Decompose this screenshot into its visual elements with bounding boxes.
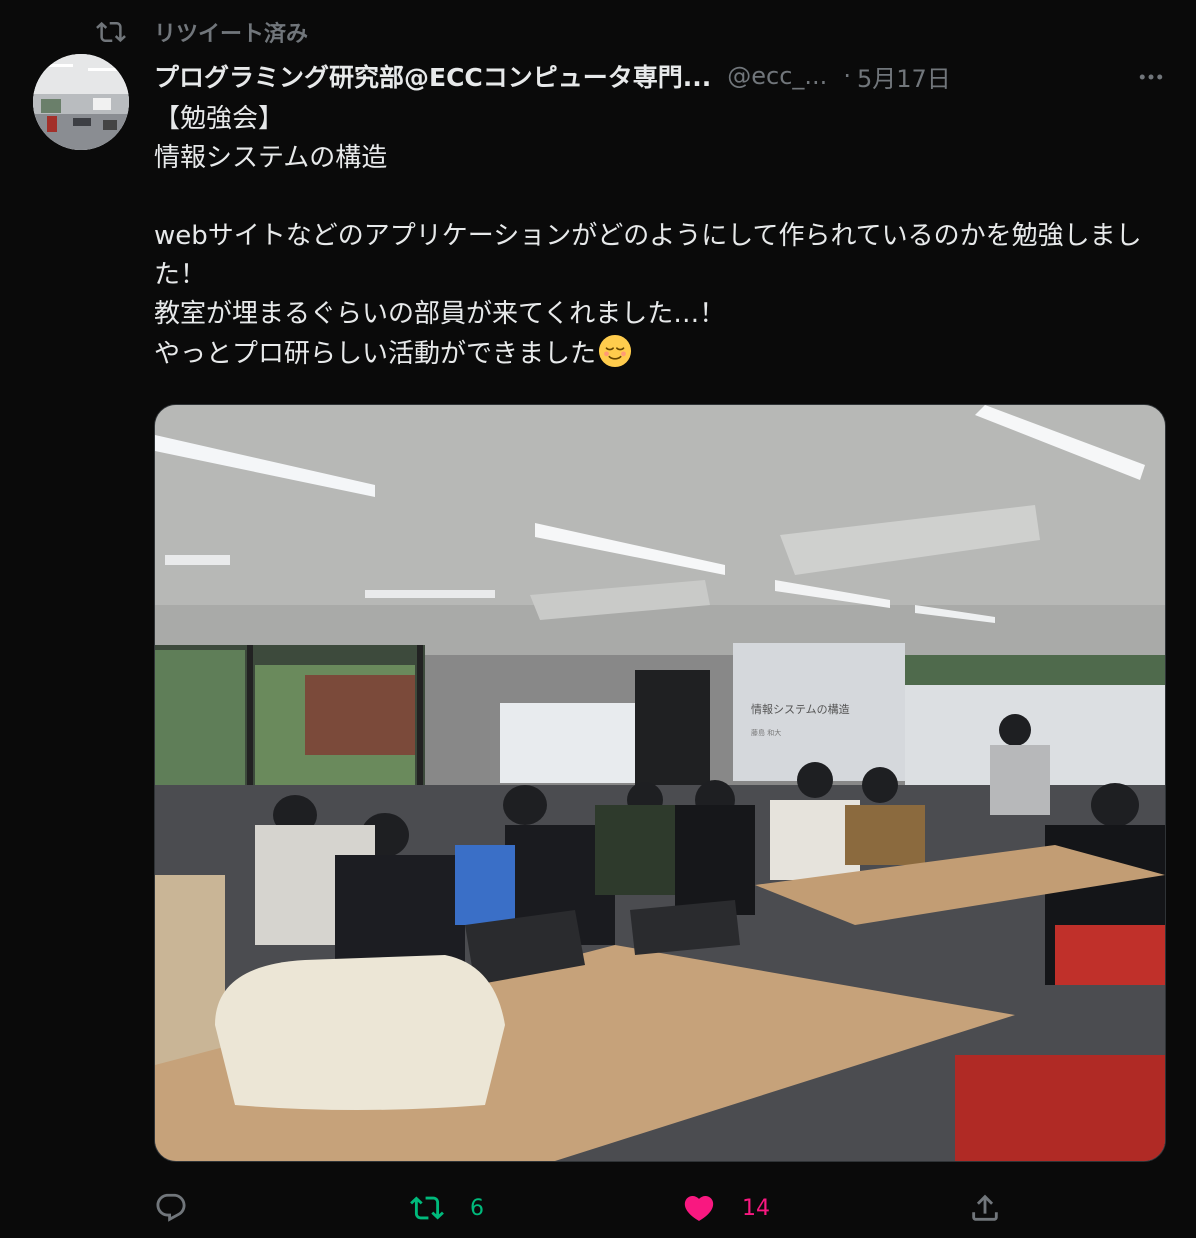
- heart-icon: [684, 1195, 714, 1221]
- author-handle[interactable]: @ecc_...: [727, 62, 827, 90]
- tweet-line-5-text: やっとプロ研らしい活動ができました: [154, 339, 597, 369]
- retweet-icon: [410, 1196, 444, 1220]
- tweet-line-5: やっとプロ研らしい活動ができました: [154, 334, 1174, 374]
- separator-dot: ·: [843, 62, 851, 90]
- classroom-avatar-image: [33, 54, 129, 150]
- like-count: 14: [742, 1195, 770, 1221]
- tweet-line-3: webサイトなどのアプリケーションがどのようにして作られているのかを勉強しました…: [154, 221, 1142, 290]
- tweet-card[interactable]: リツイート済み プログラミング研究部@ECCコンピュータ専門... @ecc_.…: [0, 0, 1196, 1238]
- tweet-header: プログラミング研究部@ECCコンピュータ専門... @ecc_... · 5月1…: [154, 56, 1166, 96]
- slide-subtitle: 藤島 和大: [751, 728, 781, 737]
- tweet-line-1: 【勉強会】: [154, 104, 285, 134]
- retweet-label: リツイート済み: [154, 22, 309, 47]
- tweet-actions: 6 14: [154, 1186, 1164, 1230]
- classroom-photo: 情報システムの構造 藤島 和大: [155, 405, 1165, 1161]
- relieved-face-emoji: [598, 334, 632, 368]
- tweet-photo[interactable]: 情報システムの構造 藤島 和大: [154, 404, 1166, 1162]
- retweet-count: 6: [470, 1195, 484, 1221]
- share-icon: [972, 1194, 998, 1221]
- tweet-text: 【勉強会】 情報システムの構造 webサイトなどのアプリケーションがどのようにし…: [154, 100, 1174, 374]
- avatar[interactable]: [33, 54, 129, 150]
- retweet-icon: [96, 21, 126, 43]
- reply-button[interactable]: [154, 1186, 214, 1230]
- author-display-name[interactable]: プログラミング研究部@ECCコンピュータ専門...: [154, 58, 711, 94]
- reply-icon: [156, 1193, 186, 1222]
- tweet-line-4: 教室が埋まるぐらいの部員が来てくれました…！: [154, 299, 726, 329]
- more-options-icon[interactable]: [1136, 62, 1166, 92]
- tweet-line-2: 情報システムの構造: [154, 143, 388, 173]
- retweet-button[interactable]: 6: [410, 1186, 484, 1230]
- tweet-date[interactable]: 5月17日: [857, 59, 951, 94]
- slide-title: 情報システムの構造: [751, 702, 850, 716]
- share-button[interactable]: [968, 1186, 1002, 1230]
- retweet-indicator: リツイート済み: [96, 14, 308, 50]
- like-button[interactable]: 14: [682, 1186, 770, 1230]
